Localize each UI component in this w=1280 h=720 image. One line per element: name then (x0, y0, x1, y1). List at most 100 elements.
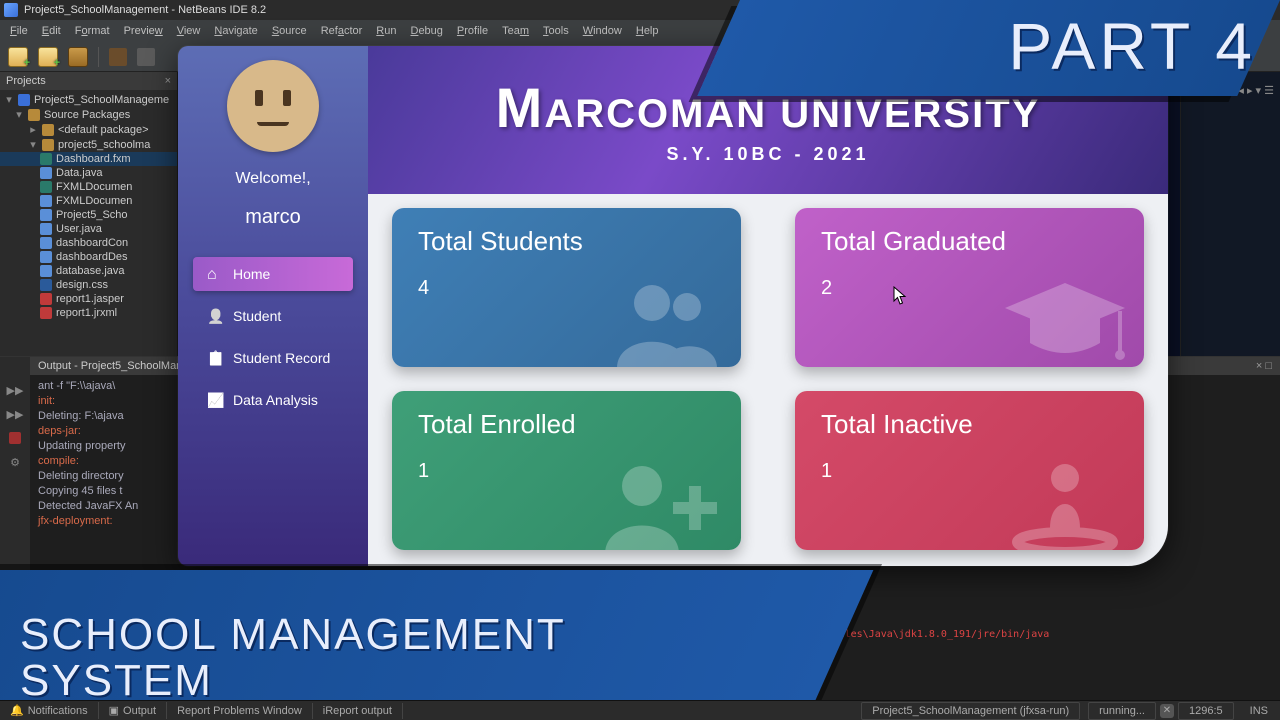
window-title: Project5_SchoolManagement - NetBeans IDE… (24, 4, 266, 16)
clipboard-icon (207, 350, 223, 366)
rerun-icon[interactable]: ▶▶ (6, 381, 24, 399)
tree-file[interactable]: Data.java (56, 167, 102, 179)
menu-file[interactable]: File (4, 23, 34, 39)
app-window: Welcome!, marco Home Student Student Rec… (178, 46, 1168, 566)
tree-file[interactable]: design.css (56, 279, 108, 291)
fxml-icon (40, 153, 52, 165)
status-insert-mode: INS (1238, 705, 1280, 717)
console-count: COUNT: 10 (80, 644, 134, 656)
output-panel-close-icon[interactable]: × □ (1256, 360, 1272, 372)
person-pin-icon (1000, 456, 1130, 550)
university-name: MARCOMAN UNIVERSITY (496, 75, 1041, 140)
report-icon (40, 293, 52, 305)
card-total-graduated[interactable]: Total Graduated 2 (795, 208, 1144, 367)
menu-bar: File Edit Format Preview View Navigate S… (0, 20, 1280, 42)
tree-file[interactable]: Dashboard.fxm (56, 153, 131, 165)
dashboard-cards: Total Students 4 Total Graduated 2 Total… (392, 208, 1144, 550)
java-icon (40, 195, 52, 207)
tree-file[interactable]: report1.jasper (56, 293, 124, 305)
projects-panel-title: Projects (6, 75, 46, 87)
nav-home[interactable]: Home (193, 257, 353, 291)
status-task: Project5_SchoolManagement (jfxsa-run) (861, 702, 1080, 720)
output-panel-title: Output - Project5_SchoolManage (38, 360, 201, 372)
menu-team[interactable]: Team (496, 23, 535, 39)
menu-tools[interactable]: Tools (537, 23, 575, 39)
app-header: MARCOMAN UNIVERSITY S.Y. 10BC - 2021 (368, 46, 1168, 194)
nav-student[interactable]: Student (193, 299, 353, 333)
menu-preview[interactable]: Preview (118, 23, 169, 39)
css-icon (40, 279, 52, 291)
menu-format[interactable]: Format (69, 23, 116, 39)
status-tab-output[interactable]: ▣ Output (99, 702, 167, 719)
new-project-button[interactable] (38, 47, 58, 67)
settings-icon[interactable]: ⚙ (6, 453, 24, 471)
toolbar-separator (98, 47, 99, 67)
status-tab-ireport[interactable]: iReport output (313, 703, 403, 719)
welcome-label: Welcome!, (235, 170, 310, 188)
java-icon (40, 265, 52, 277)
tree-file[interactable]: User.java (56, 223, 102, 235)
app-nav: Home Student Student Record Data Analysi… (193, 257, 353, 417)
stop-icon[interactable] (6, 429, 24, 447)
open-project-button[interactable] (68, 47, 88, 67)
window-titlebar: Project5_SchoolManagement - NetBeans IDE… (0, 0, 1280, 20)
menu-window[interactable]: Window (577, 23, 628, 39)
tree-src[interactable]: Source Packages (44, 109, 130, 121)
status-tab-notifications[interactable]: 🔔 Notifications (0, 702, 99, 719)
school-year: S.Y. 10BC - 2021 (666, 144, 869, 165)
tree-pkg[interactable]: project5_schoolma (58, 139, 150, 151)
user-plus-icon (597, 456, 727, 550)
menu-navigate[interactable]: Navigate (208, 23, 263, 39)
menu-profile[interactable]: Profile (451, 23, 494, 39)
tree-file[interactable]: dashboardCon (56, 237, 128, 249)
tree-file[interactable]: FXMLDocumen (56, 181, 132, 193)
projects-panel-header: Projects × (0, 72, 177, 90)
nav-label: Home (233, 266, 270, 282)
card-title: Total Graduated (821, 226, 1118, 257)
menu-run[interactable]: Run (370, 23, 402, 39)
card-title: Total Enrolled (418, 409, 715, 440)
menu-refactor[interactable]: Refactor (315, 23, 369, 39)
toolbar-icon[interactable] (109, 48, 127, 66)
chart-icon (207, 392, 223, 408)
menu-debug[interactable]: Debug (404, 23, 448, 39)
tree-file[interactable]: report1.jrxml (56, 307, 117, 319)
nav-data-analysis[interactable]: Data Analysis (193, 383, 353, 417)
toolbar-icon[interactable] (137, 48, 155, 66)
rerun-icon[interactable]: ▶▶ (6, 405, 24, 423)
menu-view[interactable]: View (171, 23, 207, 39)
users-icon (607, 273, 727, 367)
java-icon (40, 167, 52, 179)
user-icon (207, 308, 223, 324)
project-tree[interactable]: ▾Project5_SchoolManageme ▾Source Package… (0, 90, 177, 322)
menu-source[interactable]: Source (266, 23, 313, 39)
status-cancel-icon[interactable]: ✕ (1160, 704, 1174, 718)
nav-label: Student (233, 308, 281, 324)
card-total-enrolled[interactable]: Total Enrolled 1 (392, 391, 741, 550)
tree-root[interactable]: Project5_SchoolManageme (34, 94, 169, 106)
nav-label: Data Analysis (233, 392, 318, 408)
status-tab-report-problems[interactable]: Report Problems Window (167, 703, 313, 719)
projects-panel-close-icon[interactable]: × (165, 75, 171, 87)
editor-tab-close[interactable]: ✕ (1114, 46, 1170, 76)
tree-file[interactable]: FXMLDocumen (56, 195, 132, 207)
avatar (227, 60, 319, 152)
card-total-students[interactable]: Total Students 4 (392, 208, 741, 367)
package-icon (42, 124, 54, 136)
console-exec-line: Executing F:\ajava\S NUMBER\Project5_Sch… (80, 629, 1272, 640)
java-icon (40, 237, 52, 249)
card-title: Total Students (418, 226, 715, 257)
card-total-inactive[interactable]: Total Inactive 1 (795, 391, 1144, 550)
new-file-button[interactable] (8, 47, 28, 67)
nav-student-record[interactable]: Student Record (193, 341, 353, 375)
package-icon (42, 139, 54, 151)
menu-help[interactable]: Help (630, 23, 665, 39)
status-bar: 🔔 Notifications ▣ Output Report Problems… (0, 700, 1280, 720)
tree-file[interactable]: Project5_Scho (56, 209, 128, 221)
tree-file[interactable]: dashboardDes (56, 251, 128, 263)
tree-file[interactable]: database.java (56, 265, 125, 277)
status-state: running... (1088, 702, 1156, 720)
editor-nav-arrows[interactable]: ◂ ▸ ▾ ☰ (1238, 84, 1274, 97)
menu-edit[interactable]: Edit (36, 23, 67, 39)
tree-default-pkg[interactable]: <default package> (58, 124, 149, 136)
